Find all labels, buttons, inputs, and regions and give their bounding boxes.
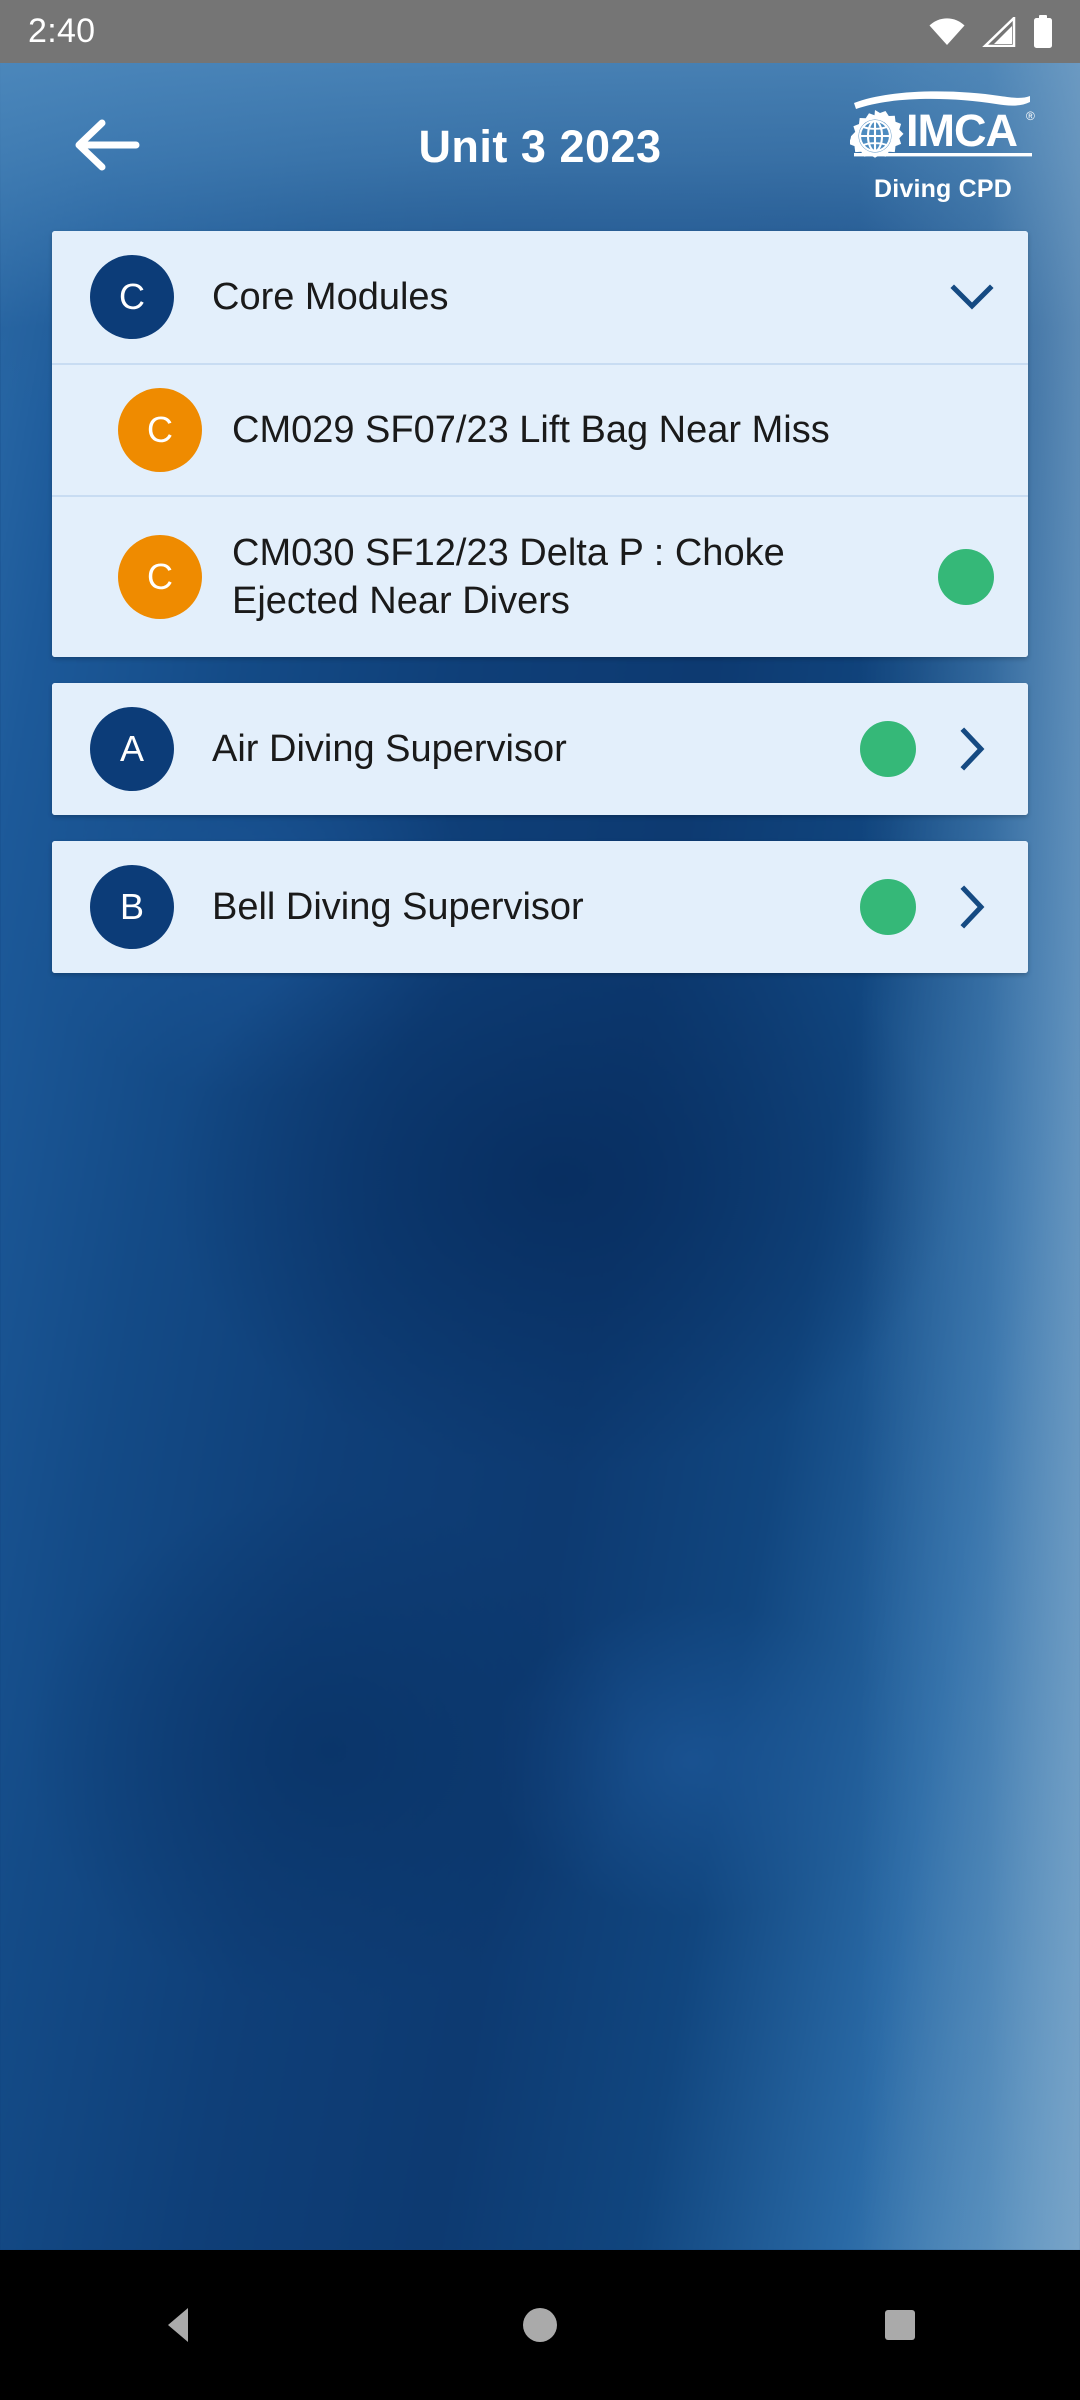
list-item-label: CM030 SF12/23 Delta P : Choke Ejected Ne…	[232, 532, 785, 622]
status-bar-clock: 2:40	[28, 12, 96, 50]
list-item-cm029[interactable]: C CM029 SF07/23 Lift Bag Near Miss	[52, 363, 1028, 495]
chevron-down-icon[interactable]	[950, 282, 994, 312]
avatar: C	[118, 535, 202, 619]
status-bar: 2:40	[0, 0, 1080, 63]
avatar: A	[90, 707, 174, 791]
air-diving-supervisor-card[interactable]: A Air Diving Supervisor	[52, 683, 1028, 815]
list-item-air-diving-supervisor[interactable]: A Air Diving Supervisor	[52, 683, 1028, 815]
battery-icon	[1032, 14, 1054, 49]
avatar: C	[118, 388, 202, 472]
core-modules-card: C Core Modules C CM029 SF07/23 Lift Bag …	[52, 231, 1028, 657]
nav-back-icon[interactable]	[157, 2302, 203, 2348]
list-item-label: Core Modules	[212, 276, 449, 318]
wifi-icon	[928, 17, 966, 47]
bell-diving-supervisor-card[interactable]: B Bell Diving Supervisor	[52, 841, 1028, 973]
list-item-core-modules[interactable]: C Core Modules	[52, 231, 1028, 363]
imca-logo: IMCA ® Diving CPD	[848, 90, 1036, 204]
app-header: Unit 3 2023 IMCA ® Diving CPD	[0, 63, 1080, 231]
list-item-cm030[interactable]: C CM030 SF12/23 Delta P : Choke Ejected …	[52, 495, 1028, 657]
back-arrow-icon	[70, 115, 142, 180]
avatar: C	[90, 255, 174, 339]
status-badge	[938, 549, 994, 605]
phone-screen: 2:40 Unit 3 2023 IMCA ® Diving CPD C Cor…	[0, 0, 1080, 2400]
list-item-label: Bell Diving Supervisor	[212, 886, 584, 928]
imca-logo-subtitle: Diving CPD	[873, 175, 1013, 203]
cellular-signal-icon	[982, 16, 1016, 47]
module-list: C Core Modules C CM029 SF07/23 Lift Bag …	[0, 231, 1080, 999]
status-bar-icons	[928, 14, 1054, 49]
list-item-bell-diving-supervisor[interactable]: B Bell Diving Supervisor	[52, 841, 1028, 973]
nav-recents-icon[interactable]	[877, 2302, 923, 2348]
chevron-right-icon[interactable]	[950, 884, 994, 930]
chevron-right-icon[interactable]	[950, 726, 994, 772]
list-item-label: Air Diving Supervisor	[212, 728, 567, 770]
list-item-label: CM029 SF07/23 Lift Bag Near Miss	[232, 409, 830, 451]
status-badge	[860, 721, 916, 777]
android-navigation-bar	[0, 2250, 1080, 2400]
avatar: B	[90, 865, 174, 949]
status-badge	[860, 879, 916, 935]
imca-wordmark-icon: IMCA ®	[848, 90, 1036, 173]
back-button[interactable]	[46, 87, 166, 207]
svg-text:®: ®	[1026, 109, 1035, 123]
svg-text:IMCA: IMCA	[906, 105, 1017, 156]
nav-home-icon[interactable]	[517, 2302, 563, 2348]
